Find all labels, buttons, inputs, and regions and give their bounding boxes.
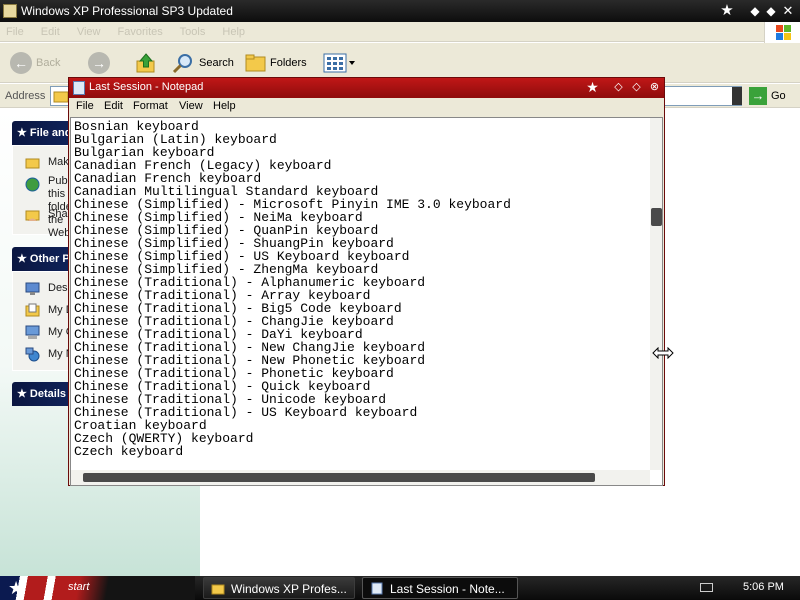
my-computer-icon xyxy=(25,325,40,339)
notepad-menu-format[interactable]: Format xyxy=(133,100,168,112)
keyboard-icon[interactable] xyxy=(700,583,713,592)
start-button[interactable]: ★ start xyxy=(0,576,195,600)
back-label: Back xyxy=(36,57,61,69)
group-title: Details xyxy=(29,388,66,400)
folders-label: Folders xyxy=(270,57,307,69)
notepad-menu-edit[interactable]: Edit xyxy=(104,100,123,112)
notepad-line: Czech keyboard xyxy=(74,444,184,459)
address-label: Address xyxy=(5,90,46,102)
notepad-window: Last Session - Notepad ★ ◇ ◇ ⊗ File Edit… xyxy=(68,77,665,486)
globe-icon xyxy=(25,177,40,192)
notepad-text-content: Bosnian keyboard Bulgarian (Latin) keyboa… xyxy=(74,120,511,458)
go-arrow-icon: → xyxy=(749,87,767,105)
go-button[interactable]: → Go xyxy=(749,87,797,105)
menu-edit[interactable]: Edit xyxy=(41,26,60,38)
desktop-icon xyxy=(25,282,40,295)
forward-button[interactable]: → xyxy=(88,52,110,74)
vertical-scroll-thumb[interactable] xyxy=(651,208,662,226)
notepad-menu-view[interactable]: View xyxy=(179,100,203,112)
search-button[interactable]: Search xyxy=(172,52,236,74)
star-icon[interactable]: ★ xyxy=(718,2,736,20)
notepad-window-title: Last Session - Notepad xyxy=(89,81,204,93)
notepad-title-bar[interactable]: Last Session - Notepad ★ ◇ ◇ ⊗ xyxy=(69,78,664,98)
my-network-places-icon xyxy=(25,347,40,362)
horizontal-scrollbar[interactable] xyxy=(71,470,650,485)
notepad-menu-help[interactable]: Help xyxy=(213,100,236,112)
windows-flag-icon xyxy=(764,22,800,44)
explorer-title-bar[interactable]: Windows XP Professional SP3 Updated ★ ◆ … xyxy=(0,0,800,22)
folder-up-icon[interactable] xyxy=(135,52,157,74)
notepad-menu-bar: File Edit Format View Help xyxy=(69,98,664,116)
explorer-window-title: Windows XP Professional SP3 Updated xyxy=(21,4,233,18)
share-folder-icon xyxy=(25,210,40,221)
explorer-menu-bar: File Edit View Favorites Tools Help xyxy=(0,22,800,42)
clock[interactable]: 5:06 PM xyxy=(743,581,784,593)
task-label: Last Session - Note... xyxy=(390,582,505,596)
search-icon xyxy=(172,54,192,74)
new-folder-icon xyxy=(25,158,40,169)
folders-icon xyxy=(245,54,266,72)
horizontal-scroll-thumb[interactable] xyxy=(83,473,595,482)
menu-file[interactable]: File xyxy=(6,26,24,38)
folder-icon xyxy=(3,4,17,18)
close-button[interactable]: ⊗ xyxy=(646,79,663,96)
task-button-explorer[interactable]: Windows XP Profes... xyxy=(203,577,355,599)
go-label: Go xyxy=(771,90,786,102)
notepad-text-area[interactable]: Bosnian keyboard Bulgarian (Latin) keyboa… xyxy=(70,117,663,486)
my-documents-icon xyxy=(25,303,40,317)
vertical-scrollbar[interactable] xyxy=(650,118,662,470)
resize-cursor-icon xyxy=(652,347,674,359)
taskbar: ★ start Windows XP Profes... Last Sessio… xyxy=(0,576,800,600)
views-button[interactable] xyxy=(323,53,357,73)
folder-icon xyxy=(211,584,225,595)
task-button-notepad[interactable]: Last Session - Note... xyxy=(362,577,518,599)
search-label: Search xyxy=(199,57,234,69)
menu-help[interactable]: Help xyxy=(222,26,245,38)
notepad-icon xyxy=(73,81,85,95)
maximize-button[interactable]: ◆ xyxy=(762,2,780,20)
menu-view[interactable]: View xyxy=(77,26,101,38)
menu-tools[interactable]: Tools xyxy=(180,26,206,38)
star-icon[interactable]: ★ xyxy=(584,79,601,96)
start-star-icon: ★ xyxy=(8,578,25,598)
menu-favorites[interactable]: Favorites xyxy=(118,26,163,38)
folder-icon xyxy=(53,91,69,103)
back-button[interactable]: ← xyxy=(10,52,32,74)
start-label: start xyxy=(68,581,90,593)
address-dropdown-button[interactable] xyxy=(732,87,742,105)
minimize-button[interactable]: ◇ xyxy=(610,79,627,96)
system-tray: 5:06 PM xyxy=(690,576,800,600)
notepad-icon xyxy=(371,582,383,595)
folders-button[interactable]: Folders xyxy=(244,52,310,74)
maximize-button[interactable]: ◇ xyxy=(628,79,645,96)
task-label: Windows XP Profes... xyxy=(231,582,347,596)
notepad-menu-file[interactable]: File xyxy=(76,100,94,112)
close-button[interactable]: ✕ xyxy=(779,2,797,20)
